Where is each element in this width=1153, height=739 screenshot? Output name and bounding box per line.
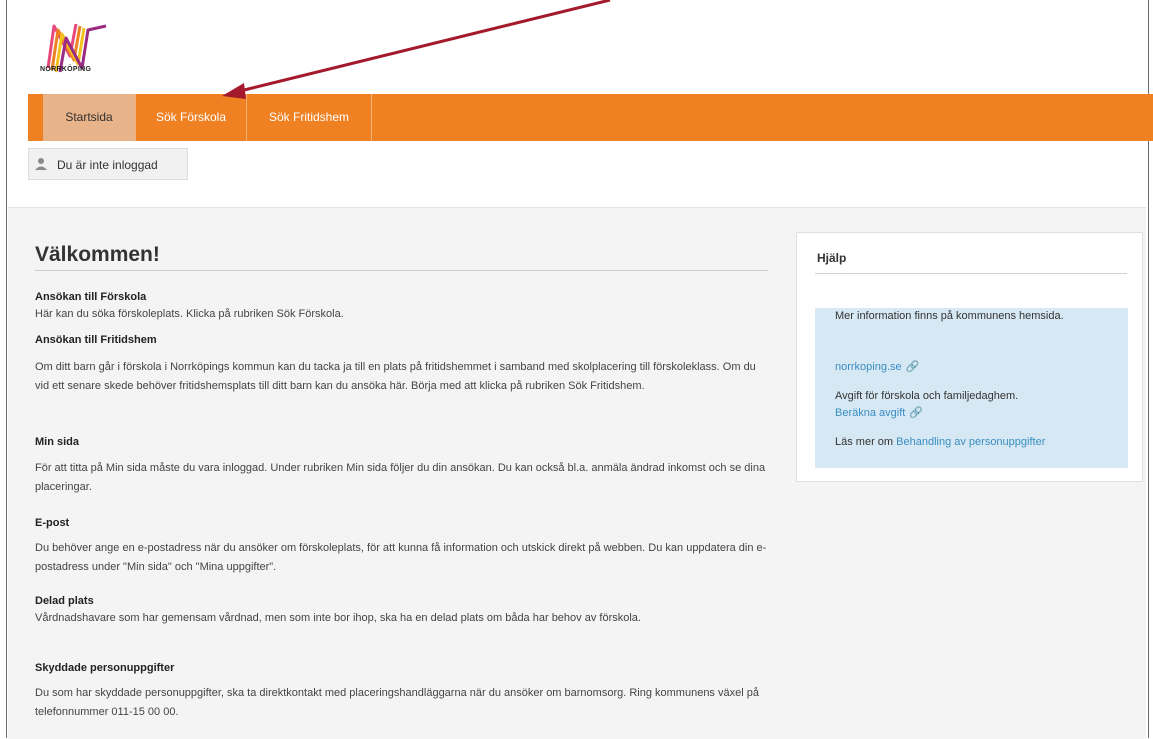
annotation-arrow [222,0,611,99]
